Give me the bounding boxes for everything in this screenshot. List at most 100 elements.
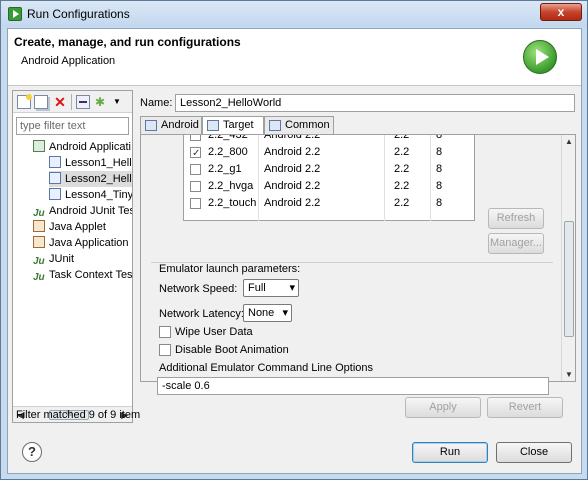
tree-toolbar: ✕ ✱ ▼	[13, 91, 132, 113]
avd-api: 8	[436, 163, 443, 175]
filter-input[interactable]: type filter text	[16, 117, 129, 135]
duplicate-config-icon[interactable]	[34, 95, 48, 109]
wipe-user-data-label: Wipe User Data	[175, 326, 253, 338]
chevron-down-icon[interactable]: ▼	[113, 95, 123, 109]
tree-item-task-context-test[interactable]: Ju Task Context Test	[33, 267, 132, 283]
new-config-icon[interactable]	[17, 94, 32, 109]
close-button[interactable]: Close	[496, 442, 572, 463]
avd-checkbox[interactable]	[190, 145, 201, 162]
avd-name: 2.2_touch	[208, 197, 257, 209]
avd-row[interactable]: 2.2_432 Android 2.2 2.2 8	[184, 134, 474, 144]
java-app-icon	[33, 236, 45, 248]
avd-row[interactable]: 2.2_800 Android 2.2 2.2 8	[184, 144, 474, 162]
network-latency-select[interactable]: None	[243, 304, 292, 322]
scroll-up-icon[interactable]: ▲	[565, 137, 573, 146]
avd-row[interactable]: 2.2_touch Android 2.2 2.2 8	[184, 195, 474, 212]
name-field[interactable]: Lesson2_HelloWorld	[175, 94, 575, 112]
tab-common[interactable]: Common	[264, 116, 334, 134]
run-banner-icon	[523, 40, 557, 74]
network-speed-label: Network Speed:	[159, 283, 238, 295]
avd-platform: 2.2	[394, 180, 410, 192]
tree-item-lesson4[interactable]: Lesson4_TinyF	[49, 187, 132, 203]
collapse-all-icon[interactable]	[76, 95, 90, 109]
scroll-thumb[interactable]	[564, 221, 574, 337]
avd-target: Android 2.2	[264, 146, 321, 158]
config-tree-panel: ✕ ✱ ▼ type filter text Android Applicati…	[12, 90, 133, 423]
wipe-user-data-checkbox[interactable]	[159, 326, 171, 338]
avd-platform: 2.2	[394, 163, 410, 175]
window-title: Run Configurations	[27, 7, 130, 21]
common-tab-icon	[269, 120, 281, 131]
tab-label: Android	[161, 119, 199, 131]
refresh-button[interactable]: Refresh	[488, 208, 544, 229]
content-vertical-scrollbar[interactable]: ▲ ▼	[561, 135, 575, 381]
avd-checkbox[interactable]	[190, 135, 201, 141]
header-title: Create, manage, and run configurations	[14, 35, 241, 49]
toolbar-separator	[71, 94, 72, 110]
filter-status: Filter matched 9 of 9 item	[16, 409, 141, 421]
tab-android[interactable]: Android	[140, 116, 202, 134]
avd-api: 8	[436, 146, 443, 158]
delete-config-icon[interactable]: ✕	[53, 95, 67, 109]
target-tab-content: 2.2_432 Android 2.2 2.2 8 2.2_800 Android 2.2…	[140, 134, 576, 382]
revert-button[interactable]: Revert	[487, 397, 563, 418]
tree-item-label: Java Applet	[49, 221, 106, 233]
disable-boot-animation-label: Disable Boot Animation	[175, 344, 289, 356]
header-subtitle: Android Application	[21, 55, 116, 67]
tree-item-lesson1[interactable]: Lesson1_Hello	[49, 155, 132, 171]
avd-row[interactable]: 2.2_hvga Android 2.2 2.2 8	[184, 178, 474, 195]
avd-platform: 2.2	[394, 146, 410, 158]
avd-checkbox[interactable]	[190, 181, 201, 192]
network-speed-select[interactable]: Full	[243, 279, 299, 297]
disable-boot-animation-checkbox[interactable]	[159, 344, 171, 356]
apply-button[interactable]: Apply	[405, 397, 481, 418]
tree-item-label: Lesson4_TinyF	[65, 189, 132, 201]
emulator-params-group: Emulator launch parameters: Network Spee…	[151, 262, 553, 381]
avd-checkbox[interactable]	[190, 164, 201, 175]
config-icon	[49, 188, 61, 200]
target-tab-icon	[207, 120, 219, 131]
window-close-button[interactable]: x	[540, 3, 582, 21]
avd-name: 2.2_hvga	[208, 180, 254, 192]
tree-item-android-junit[interactable]: Ju Android JUnit Tes	[33, 203, 132, 219]
run-button[interactable]: Run	[412, 442, 488, 463]
avd-api: 8	[436, 180, 443, 192]
tree-item-java-applet[interactable]: Java Applet	[33, 219, 106, 235]
android-tab-icon	[145, 120, 157, 131]
avd-name: 2.2_g1	[208, 163, 242, 175]
tree-item-android-application[interactable]: Android Applicati	[33, 139, 131, 155]
emulator-group-label: Emulator launch parameters:	[159, 263, 301, 275]
name-label: Name:	[140, 97, 173, 109]
tab-target[interactable]: Target	[202, 116, 264, 135]
config-tree: Android Applicati Lesson1_Hello Lesson2_…	[13, 139, 132, 413]
avd-checkbox[interactable]	[190, 198, 201, 209]
avd-api: 8	[436, 134, 443, 141]
manager-button[interactable]: Manager...	[488, 233, 544, 254]
avd-row[interactable]: 2.2_g1 Android 2.2 2.2 8	[184, 161, 474, 178]
dialog-header: Create, manage, and run configurations A…	[8, 29, 581, 86]
avd-api: 8	[436, 197, 443, 209]
tree-item-label: Task Context Test	[49, 269, 132, 281]
avd-platform: 2.2	[394, 197, 410, 209]
tab-label: Common	[285, 119, 330, 131]
help-icon[interactable]: ?	[22, 442, 42, 462]
tree-item-java-application[interactable]: Java Application	[33, 235, 129, 251]
junit-icon: Ju	[33, 272, 45, 283]
avd-target: Android 2.2	[264, 134, 321, 141]
tree-item-label: JUnit	[49, 253, 75, 265]
tree-item-label: Lesson1_Hello	[65, 157, 132, 169]
avd-table: 2.2_432 Android 2.2 2.2 8 2.2_800 Android 2.2…	[183, 135, 475, 221]
avd-platform: 2.2	[394, 134, 410, 141]
tree-item-lesson2[interactable]: Lesson2_Hello	[49, 171, 132, 187]
cmdline-options-label: Additional Emulator Command Line Options	[159, 362, 374, 374]
scroll-down-icon[interactable]: ▼	[565, 370, 573, 379]
filter-icon[interactable]: ✱	[95, 95, 109, 109]
java-applet-icon	[33, 220, 45, 232]
config-icon	[49, 156, 61, 168]
avd-target: Android 2.2	[264, 180, 321, 192]
tree-item-junit[interactable]: Ju JUnit	[33, 251, 74, 267]
tree-item-label: Android Applicati	[49, 141, 131, 153]
tab-label: Target	[223, 119, 254, 131]
cmdline-options-field[interactable]: -scale 0.6	[157, 377, 549, 395]
avd-target: Android 2.2	[264, 197, 321, 209]
